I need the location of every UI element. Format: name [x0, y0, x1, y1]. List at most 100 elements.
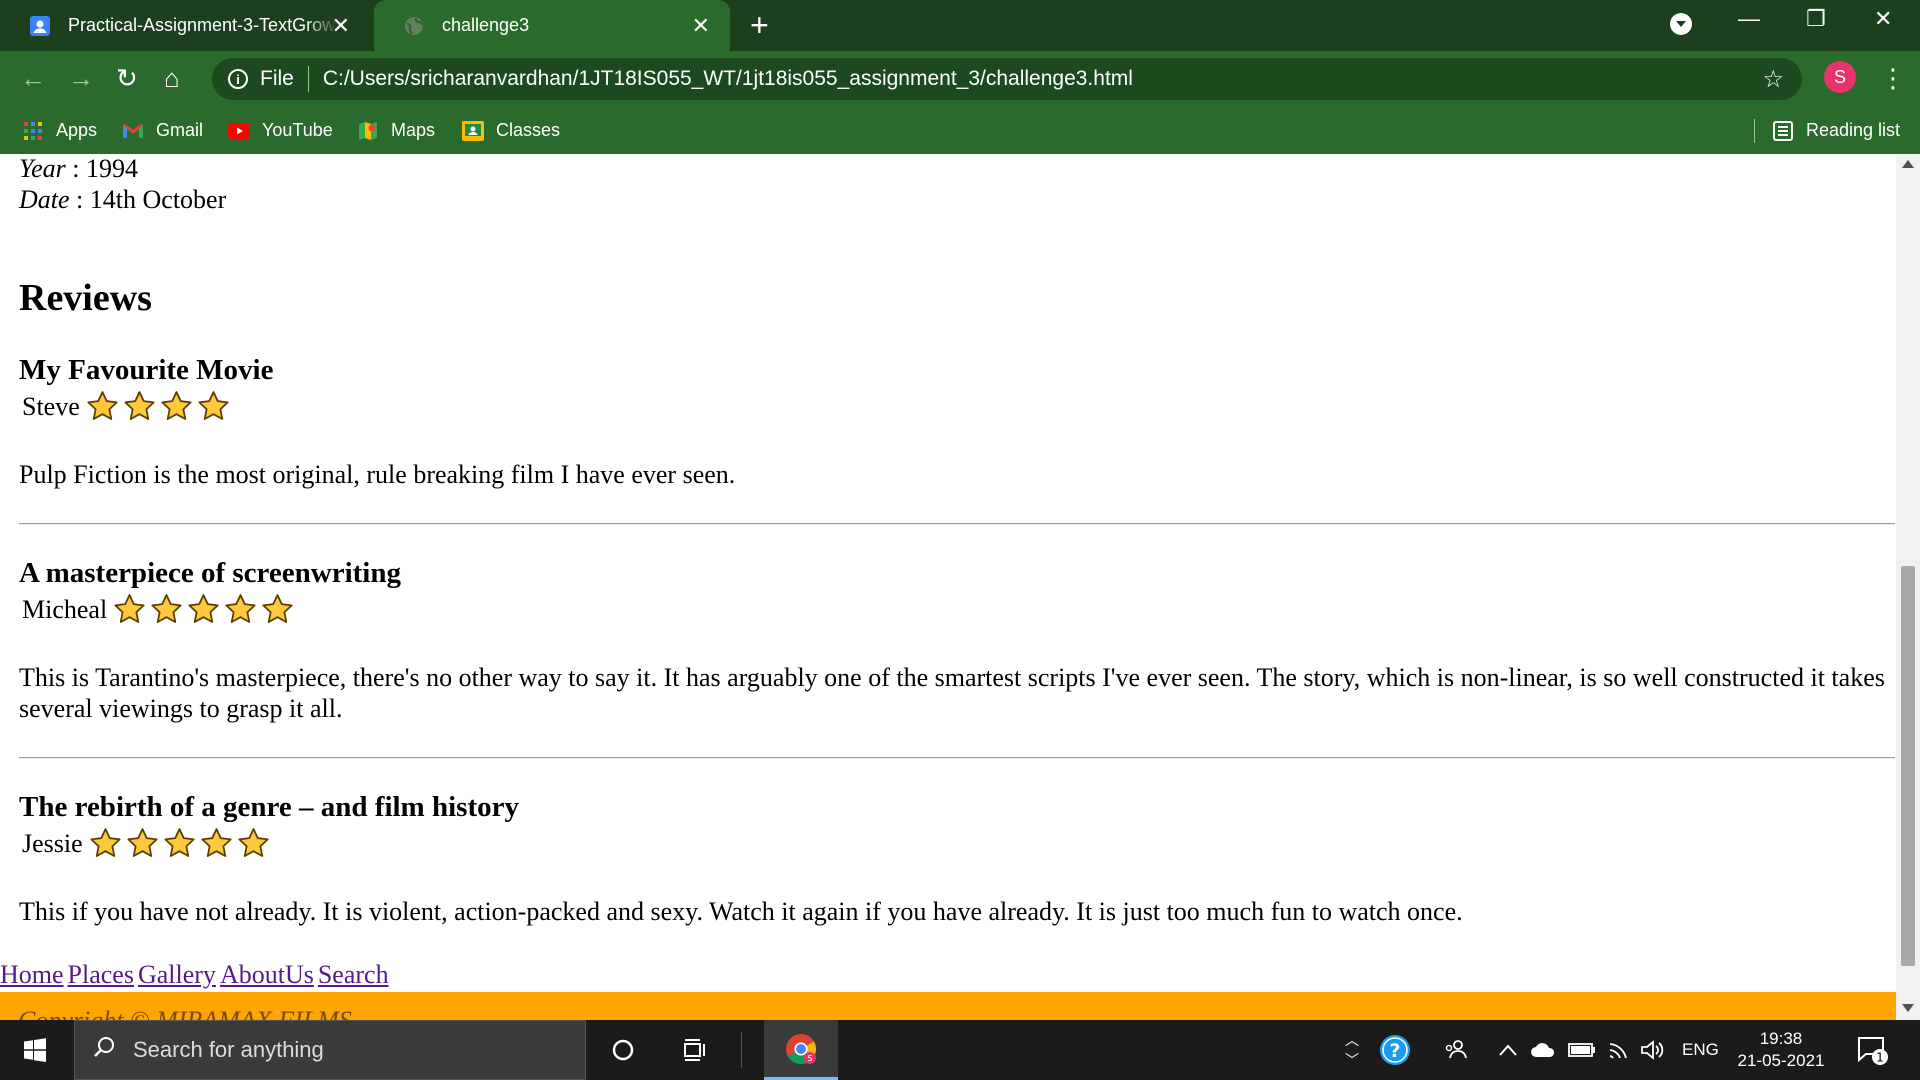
- close-window-icon[interactable]: ✕: [1874, 6, 1892, 32]
- scroll-thumb[interactable]: [1901, 566, 1915, 966]
- footer-bar: Copyright © MIRAMAX FILMS: [0, 992, 1896, 1020]
- star-icon: [201, 828, 232, 857]
- detail-date: Date : 14th October: [19, 185, 227, 214]
- tab-challenge3[interactable]: challenge3 ✕: [374, 0, 730, 51]
- classroom-icon: [28, 14, 52, 38]
- review-body: This if you have not already. It is viol…: [19, 897, 1463, 926]
- tab-title: challenge3: [442, 15, 530, 35]
- review-title: A masterpiece of screenwriting: [19, 557, 401, 589]
- people-icon[interactable]: [1444, 1020, 1468, 1080]
- close-tab-icon[interactable]: ✕: [332, 13, 350, 39]
- star-icon: [198, 391, 229, 420]
- footer-link-search[interactable]: Search: [318, 960, 389, 989]
- chevron-up-icon: ︿: [1345, 1032, 1359, 1048]
- tab-strip: Practical-Assignment-3-TextGrow ✕ challe…: [0, 0, 1920, 51]
- wifi-icon[interactable]: [1608, 1020, 1632, 1080]
- globe-icon: [402, 14, 426, 38]
- bookmarks-divider: [1754, 119, 1755, 143]
- scroll-down-arrow-icon[interactable]: [1902, 1004, 1914, 1012]
- tray-overflow-icon[interactable]: [1498, 1020, 1518, 1080]
- star-icon: [90, 828, 121, 857]
- scroll-up-arrow-icon[interactable]: [1902, 160, 1914, 168]
- home-icon[interactable]: ⌂: [164, 63, 180, 93]
- detail-value: 1994: [85, 154, 138, 183]
- show-hidden-icons[interactable]: ︿ ﹀: [1340, 1020, 1364, 1080]
- star-icon: [114, 594, 145, 623]
- tab-search-icon[interactable]: [1670, 13, 1692, 35]
- language-indicator[interactable]: ENG: [1682, 1020, 1719, 1080]
- chrome-taskbar-icon[interactable]: S: [764, 1020, 838, 1080]
- windows-start-icon[interactable]: [0, 1020, 70, 1080]
- bookmark-label: Apps: [56, 120, 98, 140]
- star-icon: [164, 828, 195, 857]
- youtube-icon: [228, 120, 250, 142]
- review-author: Jessie: [22, 827, 274, 860]
- bookmark-label: Gmail: [156, 120, 204, 140]
- bookmark-apps[interactable]: Apps: [22, 107, 97, 154]
- restore-icon[interactable]: ❐: [1806, 6, 1826, 32]
- system-clock[interactable]: 19:38 21-05-2021: [1726, 1028, 1836, 1072]
- help-icon[interactable]: ?: [1378, 1020, 1412, 1080]
- reviews-heading: Reviews: [19, 277, 152, 319]
- maps-icon: [357, 120, 379, 142]
- detail-year: Year : 1994: [19, 154, 138, 183]
- action-center-icon[interactable]: 1: [1856, 1020, 1890, 1080]
- star-icon: [151, 594, 182, 623]
- bookmark-maps[interactable]: Maps: [357, 107, 435, 154]
- tab-title: Practical-Assignment-3-TextGrow: [68, 15, 336, 35]
- detail-label: Date: [19, 185, 70, 214]
- bookmark-classes[interactable]: Classes: [462, 107, 560, 154]
- star-icon: [127, 828, 158, 857]
- close-tab-icon[interactable]: ✕: [692, 13, 710, 39]
- footer-link-gallery[interactable]: Gallery: [138, 960, 216, 989]
- reading-list-button[interactable]: Reading list: [1772, 107, 1900, 154]
- notification-count: 1: [1876, 1051, 1884, 1065]
- star-icon: [87, 391, 118, 420]
- bookmark-star-icon[interactable]: ☆: [1762, 65, 1784, 94]
- clock-time: 19:38: [1759, 1029, 1803, 1048]
- detail-label: Year: [19, 154, 66, 183]
- divider: [19, 757, 1895, 759]
- volume-icon[interactable]: [1640, 1020, 1666, 1080]
- forward-icon[interactable]: →: [68, 63, 94, 93]
- bookmark-gmail[interactable]: Gmail: [122, 107, 203, 154]
- tab-practical-assignment[interactable]: Practical-Assignment-3-TextGrow ✕: [0, 0, 370, 51]
- profile-avatar[interactable]: S: [1824, 61, 1856, 93]
- omnibox-divider: [307, 66, 309, 92]
- footer-link-aboutus[interactable]: AboutUs: [220, 960, 314, 989]
- svg-text:?: ?: [1389, 1040, 1400, 1062]
- review-body: This is Tarantino's masterpiece, there's…: [19, 663, 1885, 723]
- classroom-icon: [462, 120, 484, 142]
- taskbar-search-box[interactable]: Search for anything: [74, 1020, 586, 1080]
- star-icon: [262, 594, 293, 623]
- star-icon: [238, 828, 269, 857]
- star-rating: [86, 390, 234, 423]
- star-icon: [124, 391, 155, 420]
- footer-link-home[interactable]: Home: [0, 960, 64, 989]
- chevron-down-icon: ﹀: [1345, 1052, 1359, 1068]
- new-tab-icon[interactable]: +: [750, 8, 769, 42]
- info-icon[interactable]: i: [228, 69, 248, 89]
- address-bar[interactable]: i File C:/Users/sricharanvardhan/1JT18IS…: [212, 58, 1802, 100]
- back-icon[interactable]: ←: [20, 63, 46, 93]
- bookmark-youtube[interactable]: YouTube: [228, 107, 333, 154]
- minimize-icon[interactable]: —: [1738, 6, 1760, 32]
- reload-icon[interactable]: ↻: [116, 63, 138, 93]
- detail-value: 14th October: [89, 185, 227, 214]
- more-menu-icon[interactable]: ⋮: [1880, 63, 1906, 93]
- bookmark-label: Classes: [496, 120, 561, 140]
- onedrive-icon[interactable]: [1530, 1020, 1556, 1080]
- svg-text:S: S: [807, 1054, 812, 1063]
- reading-list-icon: [1772, 120, 1794, 142]
- divider: [19, 523, 1895, 525]
- battery-icon[interactable]: [1568, 1020, 1596, 1080]
- vertical-scrollbar[interactable]: [1896, 154, 1920, 1020]
- cortana-icon[interactable]: [600, 1020, 646, 1080]
- star-icon: [188, 594, 219, 623]
- review-body: Pulp Fiction is the most original, rule …: [19, 460, 736, 489]
- footer-link-places[interactable]: Places: [68, 960, 134, 989]
- review-author: Steve: [22, 390, 234, 423]
- url-text[interactable]: C:/Users/sricharanvardhan/1JT18IS055_WT/…: [323, 67, 1133, 91]
- review-title: The rebirth of a genre – and film histor…: [19, 791, 519, 823]
- task-view-icon[interactable]: [672, 1020, 718, 1080]
